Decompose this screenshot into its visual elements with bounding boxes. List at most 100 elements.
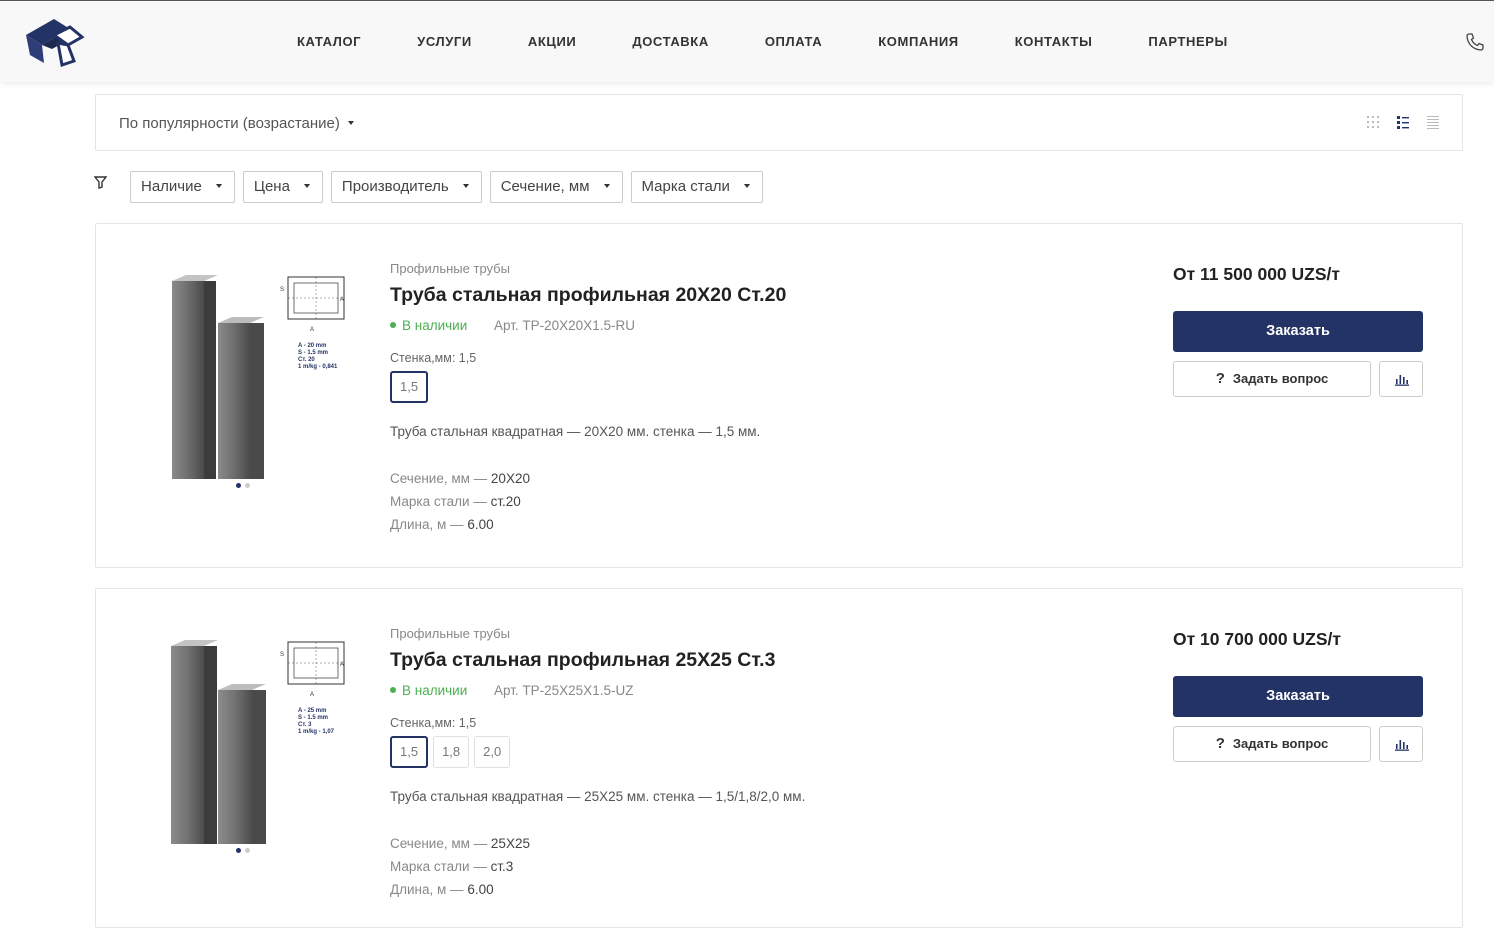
stock-status: В наличии	[390, 683, 467, 698]
chevron-down-icon	[303, 184, 310, 189]
chevron-down-icon	[215, 184, 222, 189]
sort-bar: По популярности (возрастание)	[95, 94, 1463, 151]
spec-row: Сечение, мм — 20Х20	[390, 467, 530, 490]
wall-thickness-label: Стенка,мм: 1,5	[390, 351, 477, 365]
variant-option[interactable]: 1,5	[390, 736, 429, 768]
sort-dropdown[interactable]: По популярности (возрастание)	[119, 115, 354, 132]
filter-price[interactable]: Цена	[242, 171, 323, 203]
product-price: От 10 700 000 UZS/т	[1173, 629, 1341, 649]
chevron-down-icon	[743, 184, 750, 189]
spec-row: Сечение, мм — 25Х25	[390, 832, 530, 855]
product-specs: Сечение, мм — 25Х25 Марка стали — ст.3 Д…	[390, 832, 530, 901]
filter-label: Сечение, мм	[500, 178, 590, 195]
image-caption-line: A - 25 mm	[298, 708, 326, 714]
image-caption-line: A - 20 mm	[298, 343, 326, 349]
pager-dot[interactable]	[245, 483, 250, 488]
nav-contacts[interactable]: КОНТАКТЫ	[1015, 34, 1093, 49]
order-button[interactable]: Заказать	[1173, 676, 1423, 717]
pager-dot[interactable]	[245, 848, 250, 853]
stock-label: В наличии	[402, 683, 468, 698]
image-caption-line: Ст. 3	[298, 722, 312, 728]
question-icon: ?	[1215, 370, 1225, 387]
spec-value: ст.20	[490, 494, 521, 509]
ask-question-label: Задать вопрос	[1232, 371, 1329, 386]
chevron-down-icon	[462, 184, 469, 189]
variant-option[interactable]: 1,8	[433, 736, 470, 768]
spec-label: Марка стали —	[390, 494, 491, 509]
compare-button[interactable]	[1379, 361, 1423, 397]
compare-chart-icon	[1395, 375, 1409, 386]
wall-thickness-label: Стенка,мм: 1,5	[390, 716, 477, 730]
nav-partners[interactable]: ПАРТНЕРЫ	[1148, 34, 1227, 49]
spec-value: ст.3	[490, 859, 514, 874]
image-caption-line: S - 1.5 mm	[298, 715, 328, 721]
pager-dot[interactable]	[236, 483, 241, 488]
nav-promotions[interactable]: АКЦИИ	[528, 34, 577, 49]
company-logo[interactable]	[24, 15, 86, 67]
spec-value: 25Х25	[490, 836, 530, 851]
image-caption-line: Ст. 20	[298, 357, 315, 363]
nav-company[interactable]: КОМПАНИЯ	[878, 34, 958, 49]
svg-text:A: A	[310, 692, 314, 698]
nav-payment[interactable]: ОПЛАТА	[765, 34, 822, 49]
filter-section[interactable]: Сечение, мм	[489, 171, 623, 203]
svg-text:S: S	[280, 652, 284, 658]
stock-dot-icon	[390, 322, 396, 329]
spec-row: Длина, м — 6.00	[390, 513, 530, 536]
spec-row: Марка стали — ст.3	[390, 855, 530, 878]
filter-label: Цена	[253, 178, 290, 195]
filter-label: Производитель	[341, 178, 449, 195]
compare-chart-icon	[1395, 740, 1409, 751]
variant-option[interactable]: 2,0	[474, 736, 511, 768]
filter-availability[interactable]: Наличие	[130, 171, 235, 203]
filter-bar: Наличие Цена Производитель Сечение, мм М…	[130, 171, 771, 203]
question-icon: ?	[1215, 735, 1225, 752]
filter-icon[interactable]	[94, 176, 107, 189]
nav-catalog[interactable]: КАТАЛОГ	[297, 34, 361, 49]
variant-selector: 1,5	[390, 371, 433, 403]
ask-question-label: Задать вопрос	[1232, 736, 1329, 751]
product-card: S A A A - 20 mm S - 1.5 mm Ст. 20 1 m/kg…	[95, 223, 1463, 568]
grid-view-icon[interactable]	[1366, 115, 1380, 129]
compact-list-icon[interactable]	[1426, 115, 1440, 129]
product-description: Труба стальная квадратная — 25Х25 мм. ст…	[390, 789, 806, 804]
product-card: S A A A - 25 mm S - 1.5 mm Ст. 3 1 m/kg …	[95, 588, 1463, 928]
filter-label: Марка стали	[641, 178, 730, 195]
spec-row: Длина, м — 6.00	[390, 878, 530, 901]
product-title[interactable]: Труба стальная профильная 20Х20 Ст.20	[390, 284, 786, 307]
stock-dot-icon	[390, 687, 396, 694]
filter-manufacturer[interactable]: Производитель	[330, 171, 482, 203]
nav-delivery[interactable]: ДОСТАВКА	[632, 34, 708, 49]
image-caption-line: S - 1.5 mm	[298, 350, 328, 356]
product-image[interactable]: S A A A - 20 mm S - 1.5 mm Ст. 20 1 m/kg…	[170, 273, 350, 483]
svg-text:A: A	[340, 297, 344, 303]
spec-value: 6.00	[467, 882, 494, 897]
article-number: Арт. TP-25X25X1.5-UZ	[494, 683, 634, 698]
filter-steel-grade[interactable]: Марка стали	[630, 171, 763, 203]
product-category[interactable]: Профильные трубы	[390, 626, 510, 641]
product-title[interactable]: Труба стальная профильная 25Х25 Ст.3	[390, 649, 775, 672]
main-nav: КАТАЛОГ УСЛУГИ АКЦИИ ДОСТАВКА ОПЛАТА КОМ…	[270, 34, 1284, 49]
spec-value: 20Х20	[490, 471, 530, 486]
image-pager	[236, 483, 254, 488]
list-view-icon[interactable]	[1396, 115, 1410, 129]
nav-services[interactable]: УСЛУГИ	[417, 34, 472, 49]
ask-question-button[interactable]: ? Задать вопрос	[1173, 726, 1371, 762]
spec-label: Сечение, мм —	[390, 471, 491, 486]
variant-selector: 1,5 1,8 2,0	[390, 736, 515, 768]
phone-icon[interactable]	[1465, 32, 1485, 52]
view-switcher	[1350, 115, 1440, 129]
ask-question-button[interactable]: ? Задать вопрос	[1173, 361, 1371, 397]
order-button[interactable]: Заказать	[1173, 311, 1423, 352]
product-category[interactable]: Профильные трубы	[390, 261, 510, 276]
product-image[interactable]: S A A A - 25 mm S - 1.5 mm Ст. 3 1 m/kg …	[170, 638, 350, 848]
stock-label: В наличии	[402, 318, 468, 333]
svg-text:A: A	[310, 327, 314, 333]
site-header: КАТАЛОГ УСЛУГИ АКЦИИ ДОСТАВКА ОПЛАТА КОМ…	[0, 0, 1494, 82]
image-caption-line: 1 m/kg - 1,07	[298, 729, 335, 735]
product-description: Труба стальная квадратная — 20Х20 мм. ст…	[390, 424, 761, 439]
pager-dot[interactable]	[236, 848, 241, 853]
spec-label: Марка стали —	[390, 859, 491, 874]
compare-button[interactable]	[1379, 726, 1423, 762]
variant-option[interactable]: 1,5	[390, 371, 429, 403]
